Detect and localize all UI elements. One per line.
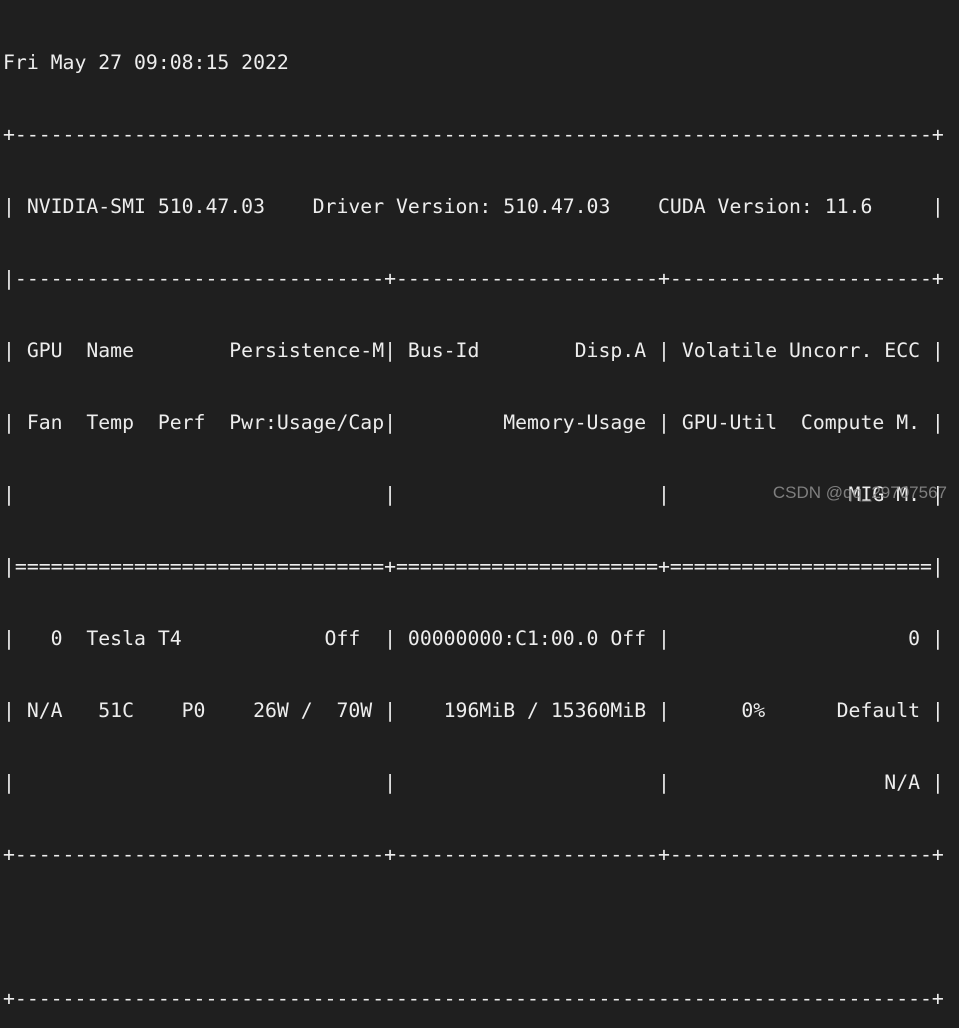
gpu-table-bottom-border: +-------------------------------+-------… <box>3 843 944 866</box>
timestamp: Fri May 27 09:08:15 2022 <box>3 51 289 74</box>
process-table-top-border: +---------------------------------------… <box>3 987 944 1010</box>
gpu-table-header-separator: |===============================+=======… <box>3 555 944 578</box>
watermark: CSDN @qq_29707567 <box>772 483 947 502</box>
gpu-table-column-headers-row-1: | GPU Name Persistence-M| Bus-Id Disp.A … <box>3 339 944 362</box>
gpu-table-top-border: +---------------------------------------… <box>3 123 944 146</box>
gpu-table-header-divider: |-------------------------------+-------… <box>3 267 944 290</box>
gpu-table-column-headers-row-2: | Fan Temp Perf Pwr:Usage/Cap| Memory-Us… <box>3 411 944 434</box>
smi-version-header: | NVIDIA-SMI 510.47.03 Driver Version: 5… <box>3 195 944 218</box>
terminal-output: Fri May 27 09:08:15 2022 +--------------… <box>0 0 944 1028</box>
gpu-row-line-1: | 0 Tesla T4 Off | 00000000:C1:00.0 Off … <box>3 627 944 650</box>
gpu-row-line-3: | | | N/A | <box>3 771 944 794</box>
gpu-row-line-2: | N/A 51C P0 26W / 70W | 196MiB / 15360M… <box>3 699 944 722</box>
